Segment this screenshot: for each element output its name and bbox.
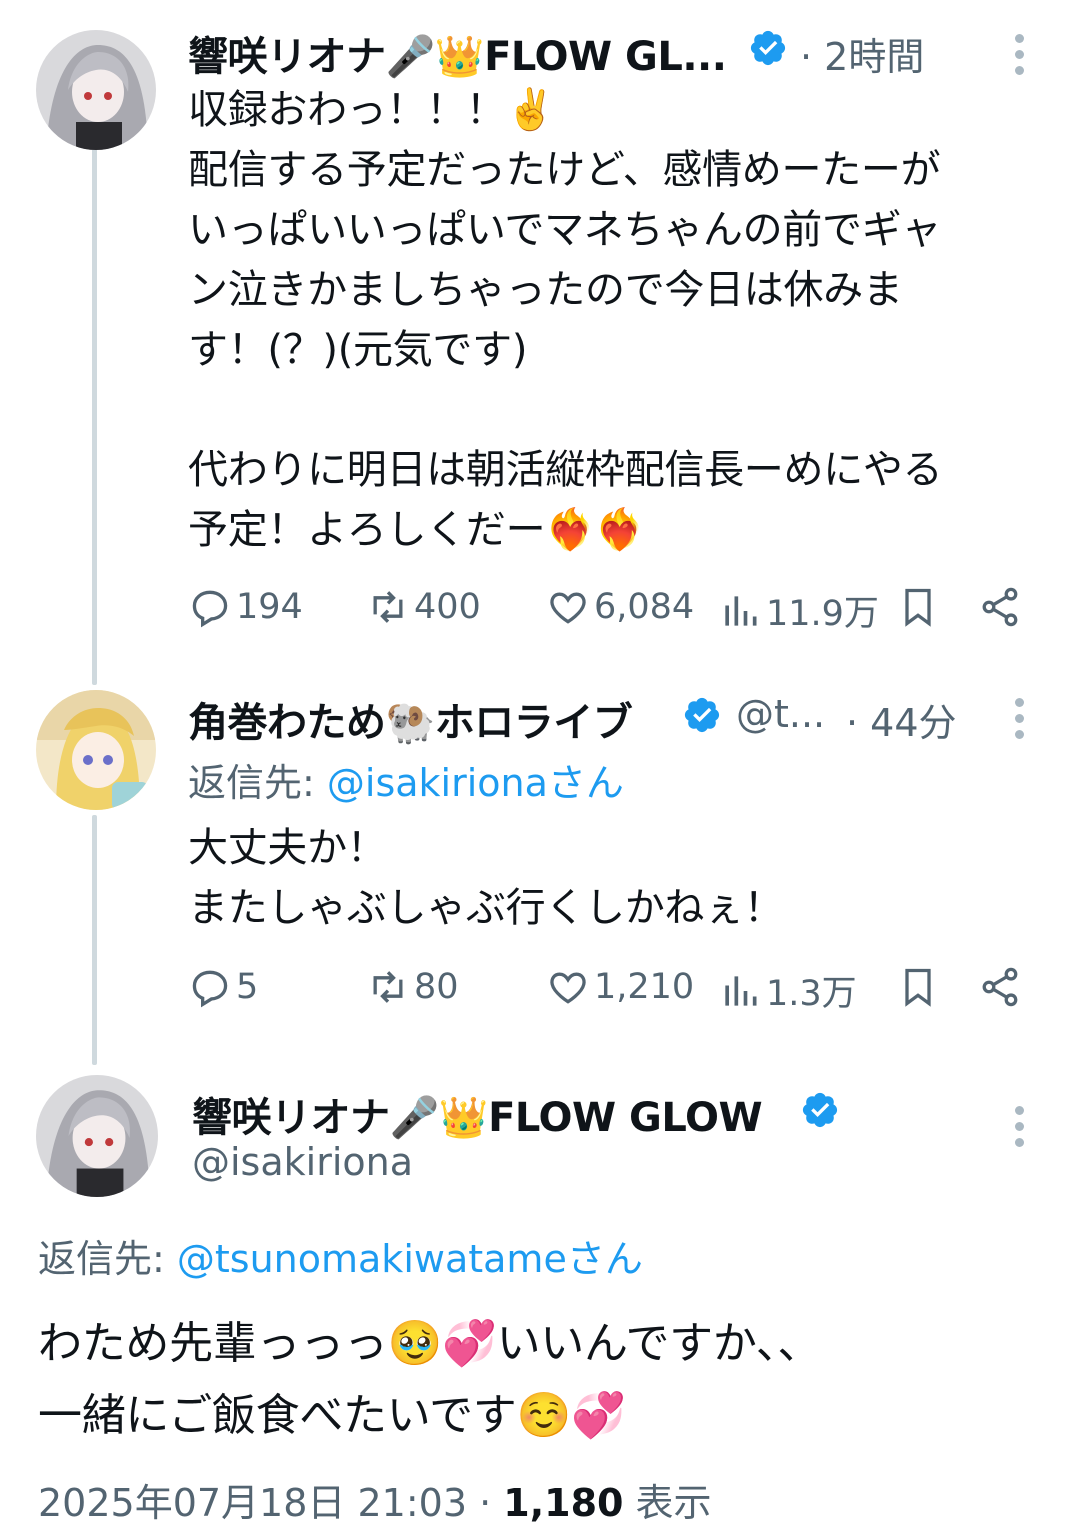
views-button[interactable]: 11.9万 [718,585,879,636]
heart-icon [550,592,586,624]
view-count: 1,180 [503,1481,624,1525]
display-name[interactable]: 響咲リオナ🎤👑FLOW GLOW [192,1085,763,1143]
thread-line [92,815,97,1065]
repost-count: 80 [414,967,459,1007]
post-time[interactable]: · 2時間 [800,26,924,81]
verified-badge-icon [682,695,722,739]
repost-icon [373,591,403,623]
avatar[interactable] [36,1075,158,1197]
reply-prefix: 返信先: [38,1237,177,1281]
bookmark-button[interactable] [896,585,944,629]
reply-icon [192,970,228,1008]
reply-button[interactable]: 5 [188,965,258,1009]
view-count: 1.3万 [766,974,857,1014]
view-count: 11.9万 [766,594,879,634]
more-options-icon[interactable] [1015,34,1025,82]
tweet-text: 収録おわっ！！！✌️ 配信する予定だったけど、感情めーたーが いっぱいいっぱいで… [188,87,943,553]
share-button[interactable] [978,965,1026,1009]
views-icon [725,975,757,1006]
avatar[interactable] [36,690,156,810]
tweet-text: 大丈夫か！ またしゃぶしゃぶ行くしかねぇ！ [188,825,784,931]
reply-count: 194 [236,587,303,627]
post-meta: 2025年07月18日 21:03 · 1,180 表示 [38,1472,712,1527]
post-time[interactable]: · 44分 [846,692,957,747]
like-count: 1,210 [594,967,695,1007]
more-options-icon[interactable] [1015,1106,1025,1154]
reply-mention-link[interactable]: @tsunomakiwatameさん [177,1237,643,1281]
reply-prefix: 返信先: [188,761,327,805]
like-count: 6,084 [594,587,695,627]
reply-count: 5 [236,967,259,1007]
share-button[interactable] [978,585,1026,629]
share-icon [982,967,1018,1007]
views-icon [725,595,757,626]
more-options-icon[interactable] [1015,698,1025,746]
bookmark-button[interactable] [896,965,944,1009]
reply-mention-link[interactable]: @isakirionaさん [327,761,624,805]
view-label: 表示 [623,1481,712,1525]
verified-badge-icon [800,1090,840,1134]
reply-button[interactable]: 194 [188,585,303,629]
tweet-text: わため先輩っっっ🥹💞いいんですか、、 一緒にご飯食べたいです☺️💞 [38,1318,822,1441]
repost-count: 400 [414,587,481,627]
like-button[interactable]: 6,084 [546,585,694,629]
verified-badge-icon [748,28,788,72]
repost-button[interactable]: 400 [366,585,481,629]
avatar[interactable] [36,30,156,150]
reply-icon [192,590,228,628]
post-timestamp[interactable]: 2025年07月18日 21:03 · [38,1481,503,1525]
display-name[interactable]: 響咲リオナ🎤👑FLOW GL... [188,24,727,82]
repost-button[interactable]: 80 [366,965,459,1009]
display-name[interactable]: 角巻わため🐏ホロライブ [188,690,633,748]
reply-context: 返信先: @isakirionaさん [188,752,624,807]
like-button[interactable]: 1,210 [546,965,694,1009]
bookmark-icon [905,588,931,627]
heart-icon [550,972,586,1004]
repost-icon [373,971,403,1003]
views-button[interactable]: 1.3万 [718,965,857,1016]
handle[interactable]: @isakiriona [192,1140,413,1184]
share-icon [982,587,1018,627]
reply-context: 返信先: @tsunomakiwatameさん [38,1228,643,1283]
bookmark-icon [905,968,931,1007]
thread-line [92,145,97,685]
handle[interactable]: @t... [736,692,825,736]
